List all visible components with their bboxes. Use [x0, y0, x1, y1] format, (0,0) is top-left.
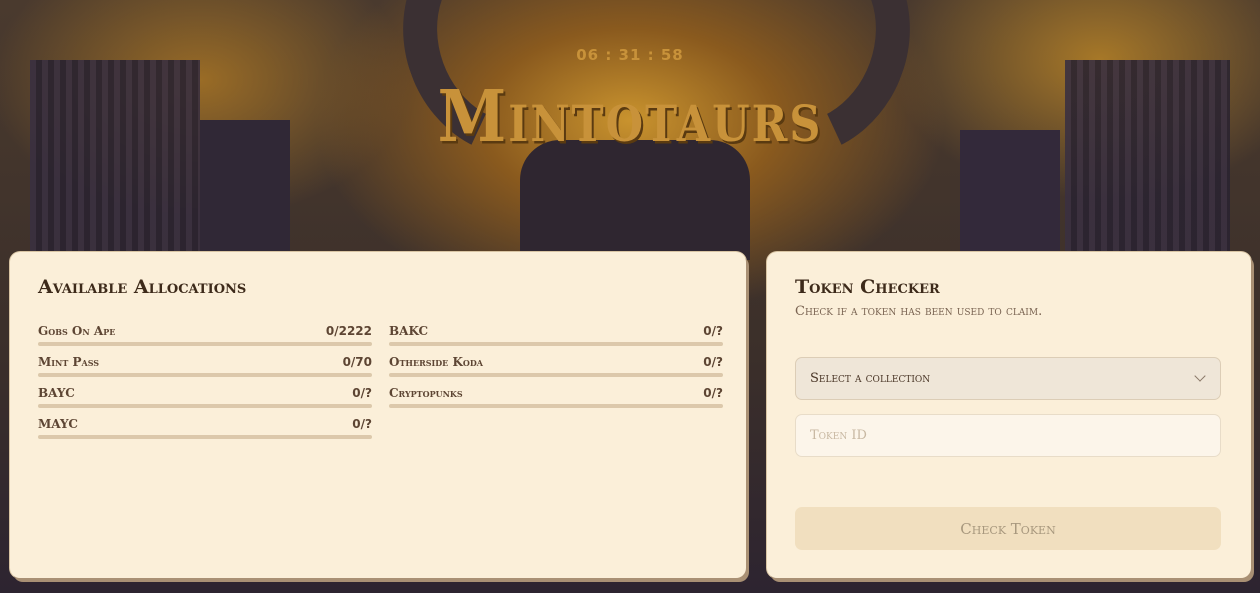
brand-logo: Mintotaurs: [437, 74, 823, 159]
allocation-progress-bar: [38, 373, 372, 377]
token-id-input[interactable]: [795, 414, 1221, 457]
allocations-panel: Available Allocations Gobs On Ape 0/2222…: [10, 252, 746, 578]
allocations-title: Available Allocations: [38, 276, 247, 298]
allocation-count: 0/?: [352, 386, 372, 400]
allocation-name: Mint Pass: [38, 355, 100, 369]
allocation-count: 0/70: [342, 355, 372, 369]
allocation-item: MAYC 0/?: [38, 417, 372, 448]
allocation-count: 0/?: [703, 324, 723, 338]
collection-select[interactable]: Select a collection: [795, 357, 1221, 400]
allocation-name: MAYC: [38, 417, 78, 431]
allocation-name: Otherside Koda: [389, 355, 483, 369]
allocation-progress-bar: [38, 342, 372, 346]
allocation-count: 0/?: [703, 355, 723, 369]
allocation-name: Gobs On Ape: [38, 324, 116, 338]
allocation-progress-bar: [38, 404, 372, 408]
allocation-name: Cryptopunks: [389, 386, 463, 400]
token-checker-subtitle: Check if a token has been used to claim.: [795, 304, 1043, 319]
allocation-item: Otherside Koda 0/?: [389, 355, 723, 386]
allocation-item: Mint Pass 0/70: [38, 355, 372, 386]
allocation-progress-bar: [389, 404, 723, 408]
allocation-progress-bar: [389, 342, 723, 346]
allocations-column-left: Gobs On Ape 0/2222 Mint Pass 0/70 BAYC 0…: [38, 324, 372, 448]
allocation-item: BAKC 0/?: [389, 324, 723, 355]
allocation-name: BAYC: [38, 386, 75, 400]
allocations-column-right: BAKC 0/? Otherside Koda 0/? Cryptopunks …: [389, 324, 723, 417]
allocation-count: 0/2222: [325, 324, 372, 338]
collection-select-value: Select a collection: [810, 371, 931, 386]
check-token-button[interactable]: Check Token: [795, 507, 1221, 550]
token-checker-panel: Token Checker Check if a token has been …: [767, 252, 1251, 578]
allocation-item: Cryptopunks 0/?: [389, 386, 723, 417]
allocation-progress-bar: [38, 435, 372, 439]
allocation-count: 0/?: [352, 417, 372, 431]
allocation-progress-bar: [389, 373, 723, 377]
allocation-name: BAKC: [389, 324, 429, 338]
chevron-down-icon: [1194, 370, 1206, 382]
allocation-count: 0/?: [703, 386, 723, 400]
allocation-item: Gobs On Ape 0/2222: [38, 324, 372, 355]
countdown-timer: 06 : 31 : 58: [576, 46, 684, 64]
allocation-item: BAYC 0/?: [38, 386, 372, 417]
token-checker-title: Token Checker: [795, 276, 940, 298]
